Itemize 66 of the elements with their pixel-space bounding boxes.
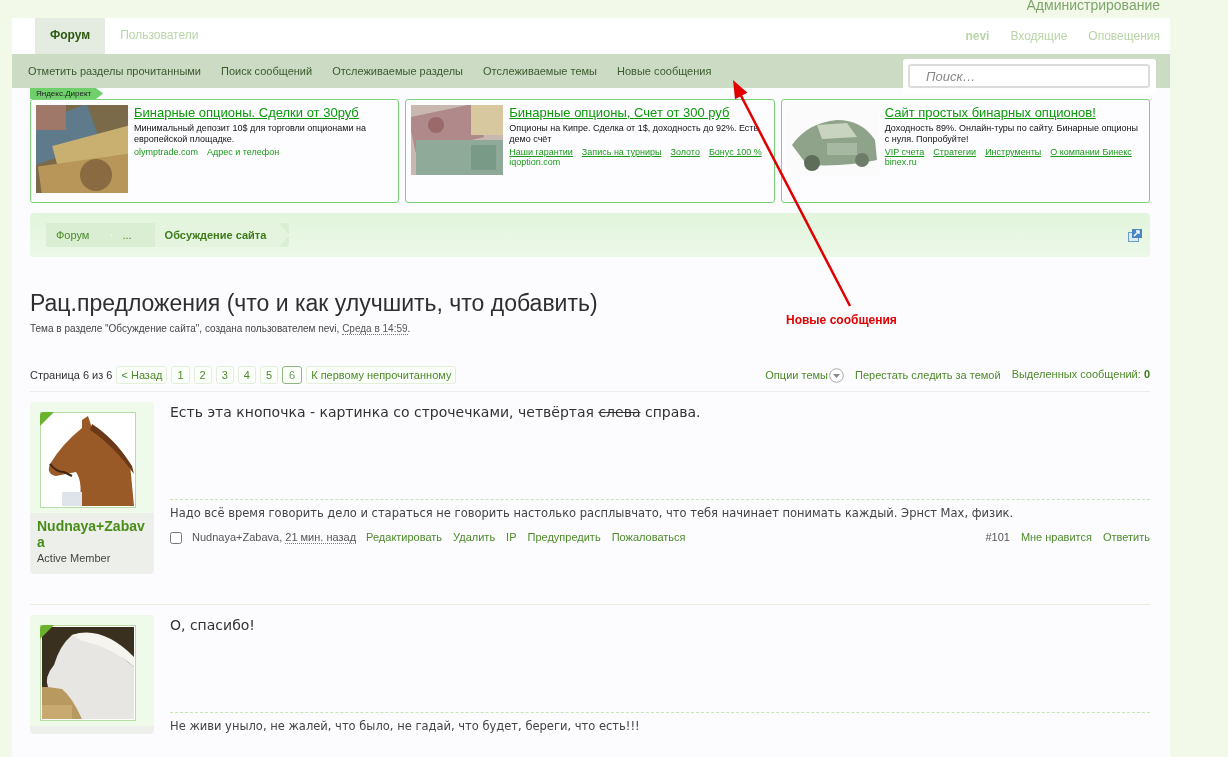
first-unread-button[interactable]: К первому непрочитанному (306, 366, 457, 384)
ad-link[interactable]: Адрес и телефон (207, 147, 280, 157)
post-action-link[interactable]: IP (506, 531, 517, 543)
ad-domain: binex.ru (884, 157, 918, 167)
prev-button[interactable]: < Назад (116, 366, 168, 384)
page-button[interactable]: 6 (282, 366, 303, 384)
like-link[interactable]: Мне нравится (1020, 531, 1092, 543)
page-button[interactable]: 1 (171, 366, 190, 384)
post-action-link[interactable]: Редактировать (366, 531, 443, 543)
ad-link[interactable]: VIP счета (884, 147, 925, 157)
post-number-link[interactable]: #101 (985, 531, 1010, 543)
search-field[interactable]: Поиск… (908, 64, 1150, 88)
thread-meta: Тема в разделе "Обсуждение сайта", создана пользователем nevi, Среда в 14:59. (30, 323, 412, 334)
post-action-link[interactable]: Пожаловаться (611, 531, 686, 543)
unwatch-link[interactable]: Перестать следить за темой (855, 367, 1001, 383)
ad-title-link[interactable]: Бинарные опционы. Сделки от 30руб (134, 105, 394, 120)
date-link[interactable]: Среда в 14:59 (342, 323, 408, 335)
post-message: Есть эта кнопочка - картинка со строчечками, четвёртая слева справа. (170, 403, 702, 422)
ad-link[interactable]: Запись на турниры (581, 147, 662, 157)
post-author: Nudnaya+Zabava, 21 мин. назад (192, 531, 357, 543)
subnav-link[interactable]: Поиск сообщений (221, 65, 313, 77)
corner-ribbon-icon (40, 412, 54, 426)
external-link-icon[interactable] (1128, 228, 1142, 242)
reply-link[interactable]: Ответить (1102, 531, 1150, 543)
corner-ribbon-icon (40, 625, 54, 639)
ad-description: Минимальный депозит 10$ для торговли опционами на европейской площадке. (134, 123, 368, 145)
ad-domain: iqoption.com (509, 157, 562, 167)
annotation-label: Новые сообщения (786, 313, 897, 327)
subnav-link[interactable]: Отслеживаемые темы (483, 65, 598, 77)
post-action-link[interactable]: Предупредить (527, 531, 601, 543)
page-button[interactable]: 4 (237, 366, 256, 384)
ad-link[interactable]: О компании Бинекс (1050, 147, 1132, 157)
post-message: О, спасибо! (170, 616, 256, 635)
page-count: Страница 6 из 6 (30, 369, 113, 381)
post-time-link[interactable]: 21 мин. назад (285, 531, 357, 544)
ad-link[interactable]: Наши гарантии (509, 147, 573, 157)
ad-link[interactable]: Инструменты (985, 147, 1042, 157)
ad-label: Яндекс.Директ (30, 88, 104, 99)
signature: Не живи уныло, не жалей, что было, не гадай, что будет, береги, что есть!!! (170, 712, 1150, 733)
thread-options-link[interactable]: Опции темы (765, 367, 844, 383)
ad-link[interactable]: Золото (670, 147, 700, 157)
page-button[interactable]: 5 (259, 366, 279, 384)
ad-title-link[interactable]: Сайт простых бинарных опционов! (884, 105, 1144, 120)
ad-link[interactable]: olymptrade.com (134, 147, 199, 157)
user-title: Active Member (36, 551, 112, 566)
ad-description: Доходность 89%. Онлайн-туры по сайту. Бинарные опционы с нуля. Попробуйте! (884, 123, 1139, 145)
subnav-link[interactable]: Отметить разделы прочитанными (28, 65, 201, 77)
breadcrumb-link[interactable]: Обсуждение сайта (154, 223, 290, 247)
admin-link[interactable]: Администрирование (1026, 0, 1160, 18)
page-button[interactable]: 2 (193, 366, 212, 384)
selected-posts-link[interactable]: Выделенных сообщений: 0 (1011, 367, 1150, 383)
subnav-link[interactable]: Новые сообщения (617, 65, 712, 77)
page-button[interactable]: 3 (215, 366, 234, 384)
dropdown-icon[interactable] (829, 367, 844, 383)
select-checkbox[interactable] (170, 532, 182, 544)
post-action-link[interactable]: Удалить (453, 531, 496, 543)
username-link[interactable]: Nudnaya+Zabava (30, 513, 154, 550)
ad-link[interactable]: Стратегии (933, 147, 977, 157)
nav-tab[interactable]: Форум (35, 18, 106, 54)
thread-title: Рац.предложения (что и как улучшить, что добавить) (30, 290, 599, 317)
subnav-link[interactable]: Отслеживаемые разделы (332, 65, 464, 77)
breadcrumb-link[interactable]: Форум (46, 223, 113, 247)
ad-title-link[interactable]: Бинарные опционы, Счет от 300 руб (509, 105, 769, 120)
ad-link[interactable]: Бонус 100 % (708, 147, 762, 157)
ad-description: Опционы на Кипре. Сделка от 1$, доходность до 92%. Есть демо счёт (509, 123, 760, 145)
signature: Надо всё время говорить дело и стараться не говорить настолько расплывчато, что тебя начинает понимать каждый. Эрнст Мах, физик. (170, 499, 1150, 520)
